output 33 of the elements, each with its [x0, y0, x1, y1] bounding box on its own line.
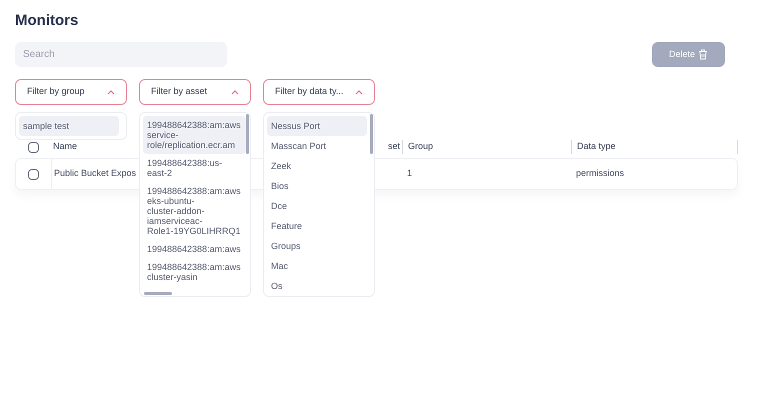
filter-dropdown[interactable]: Filter by data ty... [263, 79, 375, 105]
dropdown-option[interactable]: 199488642388:am:aws service- role/replication.ecr.am [143, 116, 246, 154]
scrollbar-thumb[interactable] [370, 114, 373, 154]
chevron-up-icon [107, 90, 115, 94]
search-field[interactable]: Search [15, 42, 227, 67]
dropdown-option[interactable]: Mac [267, 256, 367, 276]
dropdown-option[interactable]: Os [267, 276, 367, 296]
dropdown-option[interactable]: Dce [267, 196, 367, 216]
filter-dropdown[interactable]: Filter by asset [139, 79, 251, 105]
dropdown-option[interactable]: Groups [267, 236, 367, 256]
page-title: Monitors [15, 12, 80, 30]
row-checkbox[interactable] [28, 168, 39, 180]
horizontal-scrollbar-thumb[interactable] [144, 292, 172, 295]
column-header: Data type [577, 141, 616, 152]
dropdown-option[interactable]: Nessus Port [267, 116, 367, 136]
table-cell: permissions [576, 168, 624, 178]
trash-icon [698, 49, 708, 60]
filter-dropdown[interactable]: Filter by group [15, 79, 127, 105]
column-header: Group [408, 141, 434, 152]
scrollbar-thumb[interactable] [246, 114, 249, 154]
table-cell: Public Bucket Expos [54, 168, 136, 178]
table-cell: 1 [407, 168, 412, 178]
dropdown-option[interactable]: Zeek [267, 156, 367, 176]
dropdown-option[interactable]: 199488642388:am:aws cluster-yasin [143, 258, 246, 286]
dropdown-option[interactable]: sample test [19, 116, 119, 136]
select-all-checkbox[interactable] [28, 142, 38, 152]
chevron-up-icon [355, 90, 363, 94]
chevron-up-icon [231, 90, 239, 94]
dropdown-option[interactable]: Masscan Port [267, 136, 367, 156]
column-header: set [388, 141, 400, 152]
dropdown-option[interactable]: Feature [267, 216, 367, 236]
dropdown-option[interactable]: 199488642388:am:aws [143, 240, 246, 258]
column-header: Name [53, 141, 78, 152]
